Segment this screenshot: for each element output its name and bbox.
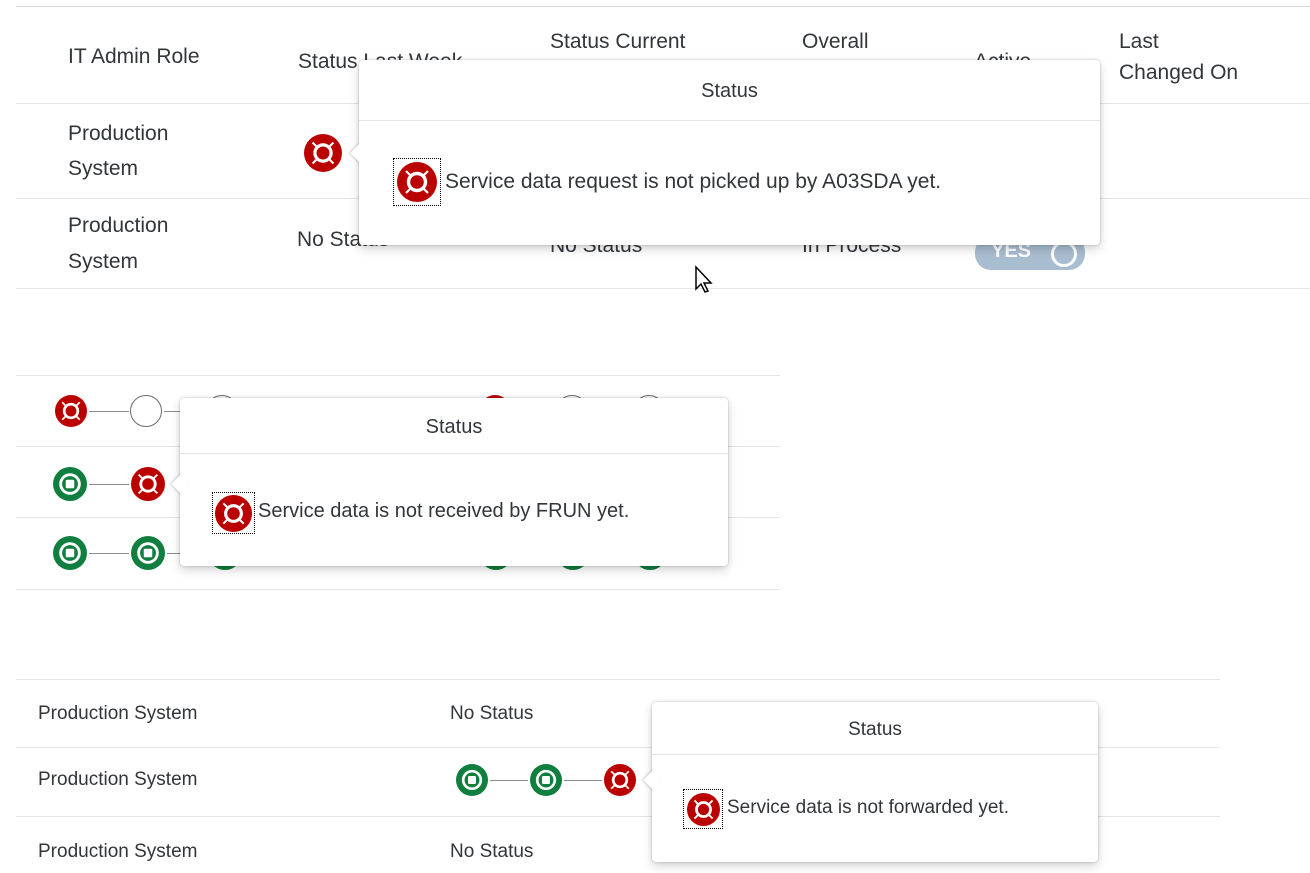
error-icon (687, 793, 720, 826)
column-header-it-admin-role[interactable]: IT Admin Role (68, 43, 200, 71)
error-icon[interactable] (55, 395, 87, 427)
row1-role-line1: Production (68, 122, 169, 145)
success-icon[interactable] (53, 536, 87, 570)
popover-message: Service data is not received by FRUN yet… (258, 500, 630, 522)
success-icon[interactable] (530, 764, 562, 796)
column-header-last-changed-l1[interactable]: Last (1119, 28, 1159, 56)
column-header-last-changed-l2[interactable]: Changed On (1119, 59, 1238, 87)
row3-status: No Status (450, 841, 534, 862)
step-connector (490, 780, 528, 781)
focus-indicator[interactable] (212, 492, 255, 534)
success-icon[interactable] (456, 764, 488, 796)
row1-role-line2: System (68, 157, 139, 180)
success-icon[interactable] (53, 467, 87, 501)
status-popover: Status Service data is not forwarded yet… (643, 702, 1098, 862)
popover-arrow (171, 474, 191, 494)
popover-message: Service data request is not picked up by… (445, 170, 942, 193)
row2-role-line1: Production (68, 214, 169, 237)
success-icon[interactable] (131, 536, 165, 570)
popover-message: Service data is not forwarded yet. (727, 797, 1009, 818)
row1-role: Production System (38, 703, 198, 724)
popover-arrow (643, 770, 663, 790)
table-top-border (16, 679, 1220, 680)
popover-title: Status (359, 60, 1100, 121)
step-connector (89, 411, 129, 412)
popover-arrow (350, 143, 370, 163)
row2-role: Production System (38, 769, 198, 790)
focus-indicator[interactable] (683, 789, 723, 829)
step-connector (564, 780, 602, 781)
column-header-status-current[interactable]: Status Current (550, 28, 685, 56)
error-icon[interactable] (131, 467, 165, 501)
row1-status: No Status (450, 703, 534, 724)
mouse-cursor-icon (695, 265, 713, 293)
row2-role-line2: System (68, 250, 139, 273)
table-top-border (16, 6, 1310, 7)
error-icon[interactable] (604, 764, 636, 796)
row3-role: Production System (38, 841, 198, 862)
table-bottom-border (16, 288, 1310, 289)
column-header-overall[interactable]: Overall (802, 28, 869, 56)
error-icon[interactable] (304, 134, 342, 172)
step-connector (89, 553, 129, 554)
table-bottom-border (16, 589, 780, 590)
status-popover: Status Service data is not received by F… (171, 398, 728, 566)
status-popover: Status Service data request is not picke… (350, 60, 1100, 245)
empty-ring-icon[interactable] (130, 395, 162, 427)
popover-title: Status (652, 702, 1098, 755)
step-connector (89, 484, 129, 485)
focus-indicator[interactable] (393, 158, 441, 206)
table-top-border (16, 375, 780, 376)
popover-title: Status (180, 398, 728, 454)
error-icon (397, 162, 437, 202)
error-icon (215, 495, 252, 532)
